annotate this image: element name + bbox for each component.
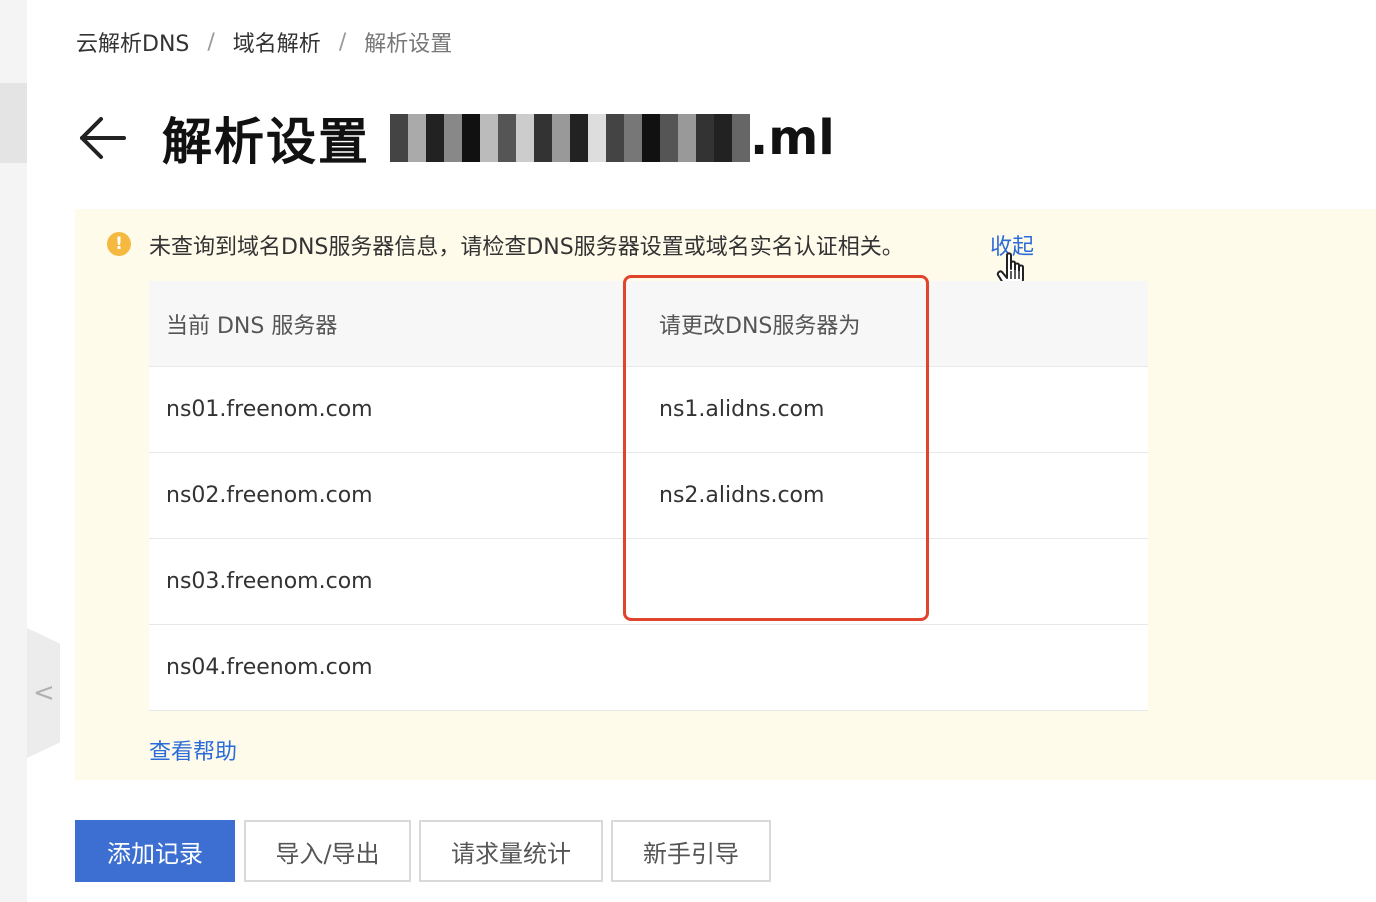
current-dns-cell: ns03.freenom.com — [166, 569, 373, 594]
breadcrumb-separator: / — [338, 29, 347, 55]
beginner-guide-button[interactable]: 新手引导 — [611, 820, 771, 882]
domain-suffix: .ml — [750, 110, 835, 166]
current-dns-cell: ns01.freenom.com — [166, 397, 373, 422]
add-record-button[interactable]: 添加记录 — [75, 820, 235, 882]
back-arrow-icon[interactable] — [76, 111, 130, 165]
domain-name: .ml — [390, 110, 835, 166]
breadcrumb-separator: / — [207, 29, 215, 55]
page-header: 解析设置 .ml — [76, 103, 835, 173]
current-dns-cell: ns02.freenom.com — [166, 483, 373, 508]
page-title: 解析设置 — [162, 113, 370, 171]
breadcrumb: 云解析DNS / 域名解析 / 解析设置 — [76, 26, 452, 58]
chevron-left-icon: < — [33, 678, 55, 708]
exclamation-circle-icon: ! — [107, 232, 131, 256]
import-export-button[interactable]: 导入/导出 — [244, 820, 411, 882]
header-current-dns: 当前 DNS 服务器 — [166, 313, 338, 339]
view-help-link[interactable]: 查看帮助 — [149, 734, 237, 766]
sidebar-tab[interactable] — [0, 83, 27, 163]
breadcrumb-item-current: 解析设置 — [364, 32, 453, 57]
breadcrumb-item-cloud-dns[interactable]: 云解析DNS — [76, 26, 189, 58]
current-dns-cell: ns04.freenom.com — [166, 655, 373, 680]
table-row: ns04.freenom.com — [149, 625, 1148, 711]
sidebar-collapse-handle[interactable]: < — [27, 628, 60, 758]
notice-message: 未查询到域名DNS服务器信息，请检查DNS服务器设置或域名实名认证相关。 — [149, 235, 904, 260]
request-stats-button[interactable]: 请求量统计 — [419, 820, 603, 882]
breadcrumb-item-domain-resolution[interactable]: 域名解析 — [233, 26, 321, 58]
redacted-domain-pixelation — [390, 114, 750, 162]
highlight-annotation-box — [623, 275, 929, 621]
